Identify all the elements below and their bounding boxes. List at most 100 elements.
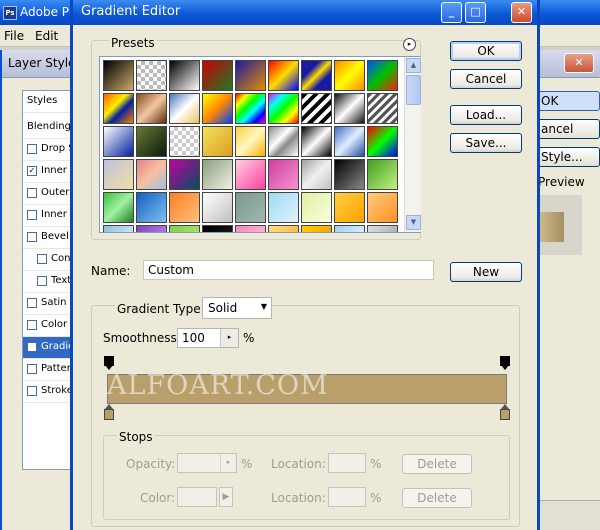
preset-swatch[interactable] (367, 93, 398, 124)
preset-swatch[interactable] (169, 192, 200, 223)
preset-swatch[interactable] (202, 126, 233, 157)
preset-swatch[interactable] (169, 60, 200, 91)
preset-swatch[interactable] (367, 126, 398, 157)
preset-swatch[interactable] (334, 126, 365, 157)
scroll-thumb[interactable] (406, 75, 421, 105)
menu-edit[interactable]: Edit (35, 29, 58, 43)
preset-swatch[interactable] (301, 192, 332, 223)
color-swatch-input[interactable] (177, 487, 217, 507)
style-checkbox[interactable] (27, 320, 37, 330)
menu-file[interactable]: File (4, 29, 24, 43)
preset-swatch[interactable] (235, 93, 266, 124)
preset-swatch[interactable] (334, 192, 365, 223)
preset-swatch[interactable] (235, 126, 266, 157)
ok-button[interactable]: OK (450, 41, 522, 61)
style-checkbox[interactable]: ✓ (27, 342, 37, 352)
style-checkbox[interactable] (27, 386, 37, 396)
preset-swatch[interactable] (268, 225, 299, 232)
preset-swatch[interactable] (202, 93, 233, 124)
preset-swatch[interactable] (169, 126, 200, 157)
layer-style-ok-button[interactable]: OK (536, 91, 600, 111)
style-checkbox[interactable] (27, 188, 37, 198)
preset-swatch[interactable] (136, 93, 167, 124)
opacity-spin-icon[interactable]: ▸ (220, 454, 236, 472)
minimize-button[interactable]: _ (441, 2, 462, 23)
preset-swatch[interactable] (235, 225, 266, 232)
preset-swatch[interactable] (136, 60, 167, 91)
preset-swatch[interactable] (103, 192, 134, 223)
smoothness-input[interactable]: 100 ▸ (177, 328, 239, 348)
style-checkbox[interactable] (27, 144, 37, 154)
scroll-up-icon[interactable]: ▲ (406, 58, 421, 73)
preset-swatch[interactable] (235, 60, 266, 91)
preset-swatch[interactable] (202, 60, 233, 91)
style-checkbox[interactable] (37, 254, 47, 264)
presets-menu-icon[interactable]: ▸ (403, 38, 416, 51)
preset-swatch[interactable] (301, 60, 332, 91)
preset-swatch[interactable] (202, 192, 233, 223)
style-checkbox[interactable]: ✓ (27, 166, 37, 176)
preset-swatch[interactable] (235, 192, 266, 223)
maximize-button[interactable]: □ (465, 2, 486, 23)
preset-swatch[interactable] (268, 93, 299, 124)
preset-swatch[interactable] (103, 93, 134, 124)
preset-swatch[interactable] (301, 126, 332, 157)
opacity-delete-button[interactable]: Delete (402, 454, 472, 474)
preset-swatch[interactable] (334, 60, 365, 91)
preset-swatch[interactable] (103, 60, 134, 91)
preset-swatch[interactable] (367, 192, 398, 223)
color-stop-left[interactable] (104, 404, 114, 420)
color-location-input[interactable] (328, 487, 366, 507)
preset-swatch[interactable] (103, 159, 134, 190)
save-button[interactable]: Save... (450, 133, 522, 153)
preset-swatch[interactable] (301, 159, 332, 190)
preset-swatch[interactable] (136, 192, 167, 223)
preset-swatch[interactable] (235, 159, 266, 190)
preset-swatch[interactable] (136, 159, 167, 190)
preset-swatch[interactable] (202, 159, 233, 190)
opacity-location-input[interactable] (328, 453, 366, 473)
scroll-down-icon[interactable]: ▼ (406, 215, 421, 230)
style-checkbox[interactable] (27, 232, 37, 242)
style-checkbox[interactable] (27, 298, 37, 308)
preset-swatch[interactable] (136, 126, 167, 157)
load-button[interactable]: Load... (450, 105, 522, 125)
smoothness-spin-icon[interactable]: ▸ (220, 329, 238, 347)
name-input[interactable]: Custom (143, 260, 434, 280)
preset-swatch[interactable] (268, 159, 299, 190)
style-checkbox[interactable] (27, 364, 37, 374)
close-button[interactable]: ✕ (511, 2, 532, 23)
preset-swatch[interactable] (367, 60, 398, 91)
cancel-button[interactable]: Cancel (450, 69, 522, 89)
preset-swatch[interactable] (268, 192, 299, 223)
preset-swatch[interactable] (268, 126, 299, 157)
layer-style-new-style-button[interactable]: Style... (536, 147, 600, 167)
color-delete-button[interactable]: Delete (402, 488, 472, 508)
preset-swatch[interactable] (103, 225, 134, 232)
opacity-stop-right[interactable] (500, 356, 510, 370)
preset-swatch[interactable] (367, 225, 398, 232)
preset-swatch[interactable] (103, 126, 134, 157)
preset-swatch[interactable] (334, 159, 365, 190)
preset-swatch[interactable] (202, 225, 233, 232)
preset-swatch[interactable] (268, 60, 299, 91)
preset-swatch[interactable] (367, 159, 398, 190)
preset-swatch[interactable] (136, 225, 167, 232)
layer-style-cancel-button[interactable]: ancel (536, 119, 600, 139)
layer-style-close-button[interactable]: ✕ (564, 53, 594, 73)
gradient-type-select[interactable]: Solid ▼ (202, 297, 272, 319)
new-button[interactable]: New (450, 262, 522, 282)
preset-swatch[interactable] (334, 93, 365, 124)
color-picker-arrow-icon[interactable]: ▶ (219, 487, 233, 507)
preset-swatch[interactable] (169, 159, 200, 190)
preset-swatch[interactable] (334, 225, 365, 232)
style-checkbox[interactable] (37, 276, 47, 286)
color-stop-right[interactable] (500, 404, 510, 420)
preset-swatch[interactable] (169, 93, 200, 124)
preset-swatch[interactable] (301, 93, 332, 124)
style-checkbox[interactable] (27, 210, 37, 220)
opacity-stop-left[interactable] (104, 356, 114, 370)
opacity-input[interactable]: ▸ (177, 453, 237, 473)
presets-scrollbar[interactable]: ▲ ▼ (404, 57, 421, 232)
preset-swatch[interactable] (301, 225, 332, 232)
